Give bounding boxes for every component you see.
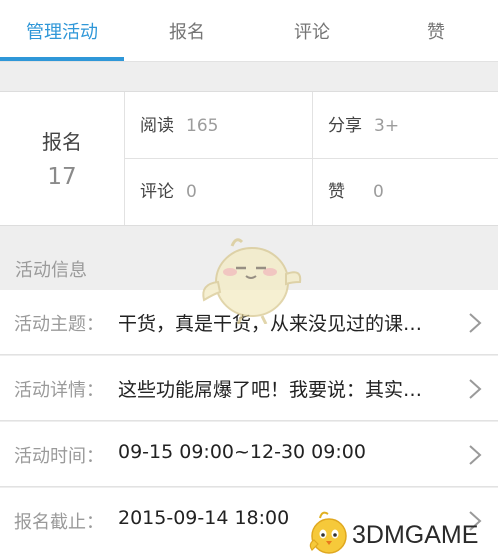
chevron-right-icon xyxy=(469,445,482,465)
tab-likes[interactable]: 赞 xyxy=(374,0,498,61)
mascot-bird-icon xyxy=(202,238,302,324)
row-value: 这些功能屌爆了吧！我要说：其实… xyxy=(118,379,423,401)
signup-label: 报名 xyxy=(42,130,82,154)
divider xyxy=(125,158,498,159)
row-label: 活动详情： xyxy=(14,380,104,401)
chevron-right-icon xyxy=(469,379,482,399)
comment-label: 评论 xyxy=(140,182,174,202)
like-count: 0 xyxy=(373,182,384,202)
tab-signup[interactable]: 报名 xyxy=(125,0,249,61)
tab-comments[interactable]: 评论 xyxy=(250,0,374,61)
comment-count: 0 xyxy=(186,182,197,202)
mascot-bird-icon xyxy=(309,511,347,554)
activity-detail-row[interactable]: 活动详情： 这些功能屌爆了吧！我要说：其实… xyxy=(0,356,498,421)
watermark: 3DMGAME xyxy=(300,508,498,559)
row-label: 报名截止： xyxy=(14,512,104,533)
signup-summary[interactable]: 报名 17 xyxy=(0,92,125,225)
like-label: 赞 xyxy=(328,182,345,202)
tab-manage-activity[interactable]: 管理活动 xyxy=(0,0,124,61)
share-count: 3+ xyxy=(374,116,400,136)
share-stat: 分享 3+ xyxy=(328,114,399,138)
signup-count: 17 xyxy=(47,164,77,190)
read-stat: 阅读 165 xyxy=(140,114,218,138)
tab-bar: 管理活动 报名 评论 赞 xyxy=(0,0,498,62)
chevron-right-icon xyxy=(469,313,482,333)
comment-stat: 评论 0 xyxy=(140,180,197,204)
stats-panel: 报名 17 阅读 165 分享 3+ 评论 0 赞0 xyxy=(0,91,498,226)
like-stat: 赞0 xyxy=(328,180,384,204)
activity-time-row[interactable]: 活动时间： 09-15 09:00~12-30 09:00 xyxy=(0,422,498,487)
watermark-text: 3DMGAME xyxy=(352,521,479,549)
read-count: 165 xyxy=(186,116,219,136)
active-tab-indicator xyxy=(0,57,124,61)
row-label: 活动主题： xyxy=(14,314,104,335)
section-title: 活动信息 xyxy=(15,260,87,281)
share-label: 分享 xyxy=(328,116,362,136)
row-value: 09-15 09:00~12-30 09:00 xyxy=(118,441,366,463)
row-label: 活动时间： xyxy=(14,446,104,467)
read-label: 阅读 xyxy=(140,116,174,136)
